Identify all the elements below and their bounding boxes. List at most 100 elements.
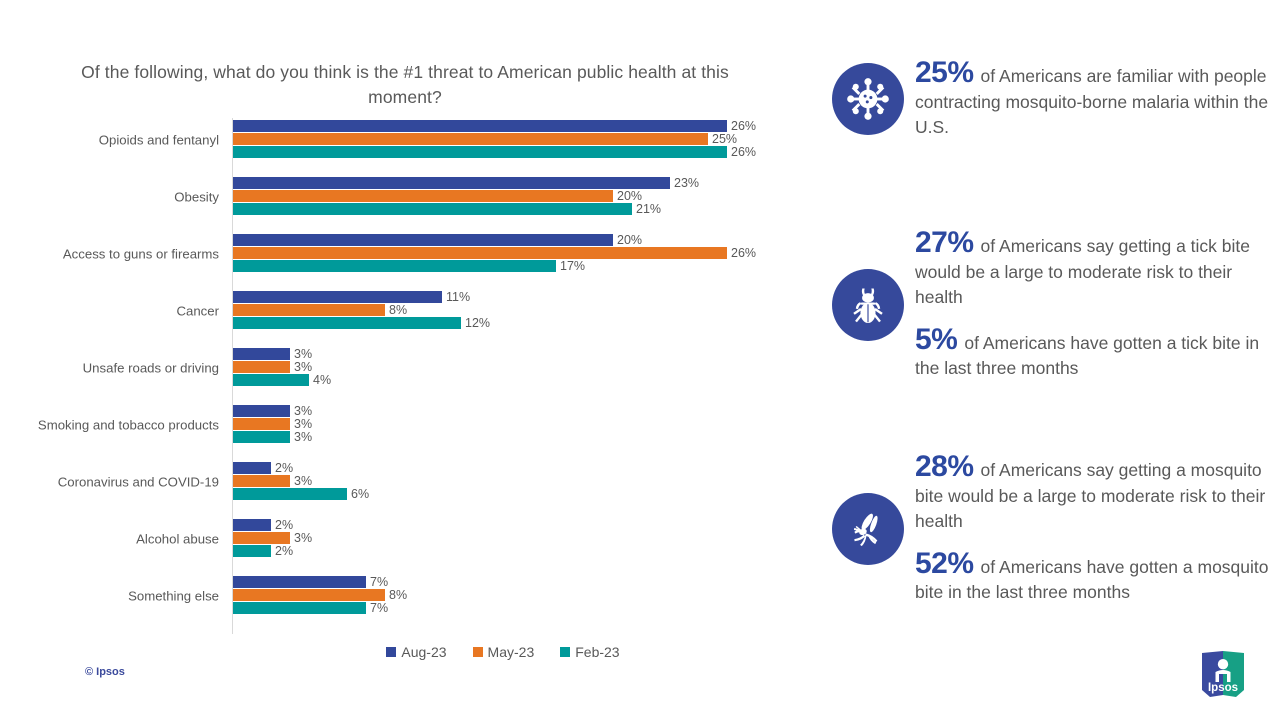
category-label: Coronavirus and COVID-19 (57, 474, 219, 490)
stat-icon-cell (820, 452, 915, 606)
stat-paragraph: 28% of Americans say getting a mosquito b… (915, 452, 1280, 535)
category-label: Smoking and tobacco products (37, 417, 219, 433)
bar-value-label: 25% (712, 132, 738, 146)
bar-feb-23[interactable] (233, 488, 347, 500)
bar-aug-23[interactable] (233, 576, 366, 588)
stat-percentage: 27% (915, 226, 974, 259)
chart-plot-area: Opioids and fentanyl 26% 25% 26% Obesity 23% 2… (0, 118, 800, 634)
bar-may-23[interactable] (233, 589, 385, 601)
bar-value-label: 20% (617, 233, 643, 247)
bar-may-23[interactable] (233, 361, 290, 373)
bar-value-label: 3% (294, 360, 313, 374)
category-label: Something else (128, 588, 219, 604)
chart-title: Of the following, what do you think is t… (81, 62, 729, 107)
slide-canvas: Of the following, what do you think is t… (0, 0, 1280, 720)
bar-value-label: 8% (389, 588, 408, 602)
bar-value-label: 3% (294, 430, 313, 444)
bar-feb-23[interactable] (233, 602, 366, 614)
legend-label: May-23 (487, 644, 535, 660)
bar-value-label: 26% (731, 145, 757, 159)
bar-aug-23[interactable] (233, 234, 613, 246)
bar-aug-23[interactable] (233, 291, 442, 303)
stat-description: of Americans have gotten a tick bite in … (915, 332, 1260, 379)
bar-feb-23[interactable] (233, 260, 556, 272)
bar-value-label: 7% (370, 575, 389, 589)
category-label: Obesity (174, 189, 219, 205)
bar-value-label: 8% (389, 303, 408, 317)
bar-may-23[interactable] (233, 475, 290, 487)
stat-icon-cell (820, 58, 915, 141)
bar-aug-23[interactable] (233, 348, 290, 360)
chart-row: Cancer 11% 8% 12% (0, 290, 800, 331)
chart-panel: Of the following, what do you think is t… (0, 0, 800, 720)
stat-percentage: 25% (915, 56, 974, 89)
chart-row: Alcohol abuse 2% 3% 2% (0, 518, 800, 559)
bar-value-label: 7% (370, 601, 389, 615)
stat-paragraph: 25% of Americans are familiar with people… (915, 58, 1280, 141)
chart-row: Access to guns or firearms 20% 26% 17% (0, 233, 800, 274)
bar-feb-23[interactable] (233, 146, 727, 158)
stat-block: 25% of Americans are familiar with people… (820, 58, 1280, 141)
stat-paragraph: 52% of Americans have gotten a mosquito b… (915, 548, 1280, 606)
chart-row: Something else 7% 8% 7% (0, 575, 800, 616)
stat-paragraph: 5% of Americans have gotten a tick bite i… (915, 324, 1280, 382)
copyright-label: © Ipsos (85, 666, 125, 678)
bar-aug-23[interactable] (233, 519, 271, 531)
legend-label: Aug-23 (401, 644, 447, 660)
bar-may-23[interactable] (233, 190, 613, 202)
bar-aug-23[interactable] (233, 177, 670, 189)
bar-feb-23[interactable] (233, 545, 271, 557)
bar-value-label: 17% (560, 259, 586, 273)
ipsos-logo: Ipsos (1200, 650, 1246, 698)
bar-feb-23[interactable] (233, 431, 290, 443)
bar-aug-23[interactable] (233, 120, 727, 132)
category-label: Access to guns or firearms (62, 246, 219, 262)
bar-may-23[interactable] (233, 133, 708, 145)
bar-feb-23[interactable] (233, 317, 461, 329)
legend-item-aug-23[interactable]: Aug-23 (386, 644, 447, 660)
bar-value-label: 3% (294, 347, 313, 361)
bar-feb-23[interactable] (233, 374, 309, 386)
stat-block: 28% of Americans say getting a mosquito b… (820, 452, 1280, 606)
bar-value-label: 12% (465, 316, 491, 330)
stat-icon-cell (820, 228, 915, 382)
bar-value-label: 11% (446, 290, 471, 304)
legend-label: Feb-23 (575, 644, 620, 660)
bar-may-23[interactable] (233, 418, 290, 430)
bar-value-label: 26% (731, 119, 757, 133)
stat-block: 27% of Americans say getting a tick bite … (820, 228, 1280, 382)
bar-value-label: 23% (674, 176, 700, 190)
stat-text: 25% of Americans are familiar with people… (915, 58, 1280, 141)
bar-may-23[interactable] (233, 247, 727, 259)
stat-percentage: 5% (915, 322, 958, 356)
chart-row: Coronavirus and COVID-19 2% 3% 6% (0, 461, 800, 502)
bar-value-label: 6% (351, 487, 370, 501)
svg-text:Ipsos: Ipsos (1208, 682, 1238, 694)
legend-swatch-icon (386, 647, 397, 657)
legend-swatch-icon (472, 647, 483, 657)
virus-icon (831, 63, 904, 136)
bar-value-label: 4% (313, 373, 332, 387)
bar-value-label: 3% (294, 417, 313, 431)
category-label: Alcohol abuse (136, 531, 219, 547)
chart-legend: Aug-23 May-23 Feb-23 (233, 644, 773, 660)
stat-percentage: 52% (915, 546, 974, 580)
mosquito-icon (831, 492, 904, 565)
bar-feb-23[interactable] (233, 203, 632, 215)
stat-text: 28% of Americans say getting a mosquito b… (915, 452, 1280, 606)
chart-row: Opioids and fentanyl 26% 25% 26% (0, 119, 800, 160)
bar-value-label: 26% (731, 246, 757, 260)
legend-item-feb-23[interactable]: Feb-23 (560, 644, 620, 660)
chart-row: Unsafe roads or driving 3% 3% 4% (0, 347, 800, 388)
bar-may-23[interactable] (233, 532, 290, 544)
stat-percentage: 28% (915, 450, 974, 483)
legend-swatch-icon (560, 647, 571, 657)
category-label: Cancer (176, 303, 219, 319)
bar-aug-23[interactable] (233, 462, 271, 474)
bar-aug-23[interactable] (233, 405, 290, 417)
legend-item-may-23[interactable]: May-23 (472, 644, 535, 660)
bar-value-label: 21% (636, 202, 662, 216)
category-label: Unsafe roads or driving (82, 360, 219, 376)
bar-may-23[interactable] (233, 304, 385, 316)
bar-value-label: 3% (294, 531, 313, 545)
